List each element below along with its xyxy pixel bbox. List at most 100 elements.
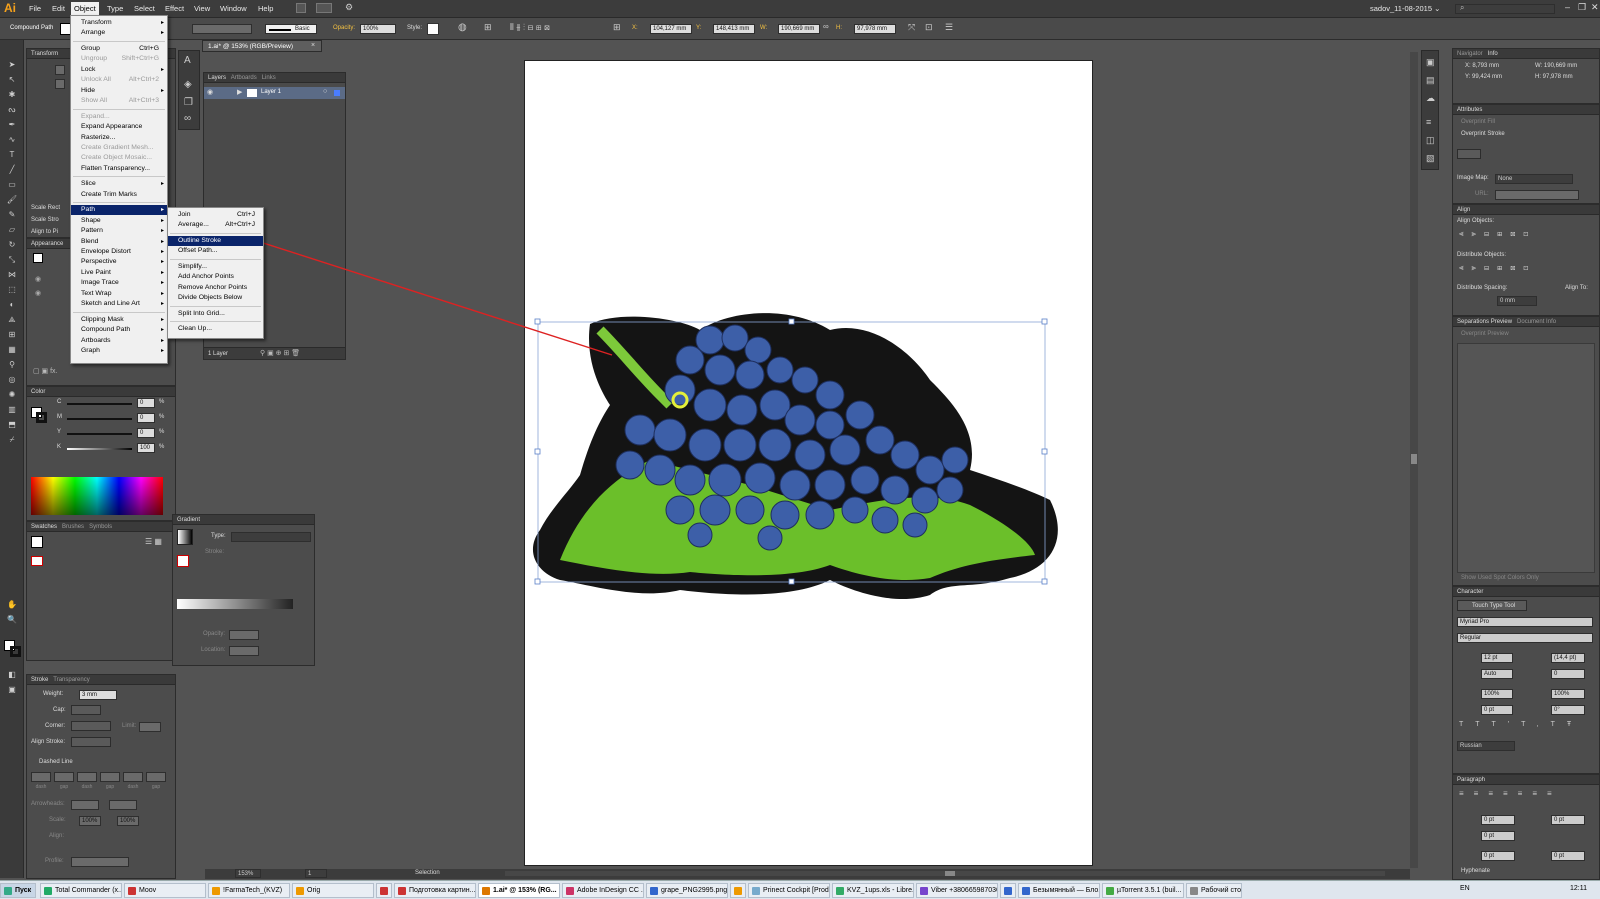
graphic-style-swatch[interactable] [427,23,439,35]
menu-item-offset-path[interactable]: Offset Path... [168,246,263,256]
type-tool-icon[interactable]: T [6,150,18,159]
bridge-icon[interactable] [296,3,306,13]
text-case-buttons[interactable]: TTT'T,TŦ [1459,721,1583,728]
tab-info[interactable]: Info [1488,51,1498,57]
variable-width-profile[interactable] [192,24,252,34]
opacity-label[interactable]: Opacity: [333,25,355,31]
blend-tool-icon[interactable]: ◎ [6,375,18,384]
vertical-scroll-thumb[interactable] [1411,454,1417,464]
font-style-select[interactable]: Regular [1457,633,1593,643]
menu-item-flatten-transparency[interactable]: Flatten Transparency... [71,164,167,174]
overprint-preview-checkbox[interactable]: Overprint Preview [1461,331,1509,337]
menu-item-ungroup[interactable]: Ungroup Shift+Ctrl+G [71,54,167,64]
first-line-indent-input[interactable]: 0 pt [1481,831,1515,841]
paragraph-align-buttons[interactable]: ≡≡≡≡≡≡≡ [1459,789,1562,798]
target-icon[interactable]: ○ [323,88,327,95]
kerning-input[interactable]: Auto [1481,669,1513,679]
tab-brushes[interactable]: Brushes [62,524,84,530]
menu-item-arrange[interactable]: Arrange ▸ [71,28,167,38]
font-size-input[interactable]: 12 pt [1481,653,1513,663]
show-spot-colors-checkbox[interactable]: Show Used Spot Colors Only [1461,575,1539,581]
properties-icon[interactable]: ▤ [1426,75,1435,86]
menu-item-simplify[interactable]: Simplify... [168,262,263,272]
taskbar-item[interactable]: KVZ_1ups.xls - Libre... [832,883,914,898]
menu-item-pattern[interactable]: Pattern ▸ [71,226,167,236]
menu-item-average[interactable]: Average... Alt+Ctrl+J [168,220,263,230]
menu-item-graph[interactable]: Graph ▸ [71,346,167,356]
menu-item-create-gradient-mesh[interactable]: Create Gradient Mesh... [71,143,167,153]
gradient-fill-stroke-icon[interactable] [177,555,189,567]
shape-builder-tool-icon[interactable]: ◐ [6,300,18,309]
tab-layers[interactable]: Layers [208,75,226,81]
menu-item-envelope-distort[interactable]: Envelope Distort ▸ [71,247,167,257]
left-indent-input[interactable]: 0 pt [1481,815,1515,825]
limit-input[interactable] [139,722,161,732]
corner-buttons[interactable] [71,721,111,731]
artboard-tool-icon[interactable]: ⬒ [6,420,18,429]
stroke-icon[interactable]: ≡ [1426,117,1431,127]
zoom-select[interactable]: 153% [235,869,261,878]
recolor-artwork-icon[interactable]: ◍ [458,22,467,33]
overprint-stroke-checkbox[interactable]: Overprint Stroke [1461,131,1505,137]
artboards-panel-icon[interactable]: ❐ [184,97,193,108]
tab-symbols[interactable]: Symbols [89,524,112,530]
menu-item-lock[interactable]: Lock ▸ [71,65,167,75]
transform-y-input[interactable] [55,79,65,89]
tab-swatches[interactable]: Swatches [31,524,57,530]
scale-strokes-checkbox[interactable]: Scale Stro [31,217,59,223]
menu-object[interactable]: Object [71,2,99,16]
visibility-eye-icon[interactable]: ◉ [35,289,41,297]
taskbar-item[interactable]: Подготовка картин... [394,883,476,898]
color-spectrum[interactable] [31,477,163,515]
menu-item-outline-stroke[interactable]: Outline Stroke [168,235,263,246]
magenta-slider[interactable] [67,418,132,420]
touch-type-tool-button[interactable]: Touch Type Tool [1457,600,1527,611]
isolate-icon[interactable]: ⊡ [925,22,933,33]
close-icon[interactable]: ✕ [1591,2,1599,13]
brush-definition[interactable]: Basic [265,24,317,34]
y-input[interactable]: 148,413 mm [713,24,755,34]
curvature-tool-icon[interactable]: ∿ [6,135,18,144]
document-tab[interactable]: 1.ai* @ 153% (RGB/Preview) × [202,40,322,52]
color-stroke-icon[interactable] [36,412,47,423]
taskbar-item[interactable]: Prinect Cockpit [Prod... [748,883,830,898]
scale-rect-corners-checkbox[interactable]: Scale Rect [31,205,60,211]
image-map-select[interactable]: None [1495,174,1573,184]
stroke-color-icon[interactable] [10,646,21,657]
character-panel-icon[interactable]: A [184,55,191,66]
visibility-eye-icon[interactable]: ◉ [207,88,213,96]
document-tab-close[interactable]: × [311,42,315,49]
menu-edit[interactable]: Edit [52,4,65,13]
character-rotation-input[interactable]: 0° [1551,705,1585,715]
cyan-slider[interactable] [67,403,132,405]
panel-menu-icon[interactable]: ☰ [945,22,953,33]
direct-selection-tool-icon[interactable]: ↖ [6,75,18,84]
align-objects-buttons[interactable]: ⫷⫸⊟⊞⊠⊡ [1459,229,1536,239]
menu-item-add-anchor-points[interactable]: Add Anchor Points [168,272,263,282]
free-transform-tool-icon[interactable]: ⬚ [6,285,18,294]
arrowhead-end-select[interactable] [109,800,137,810]
black-input[interactable]: 100 [137,443,155,453]
eraser-tool-icon[interactable]: ▱ [6,225,18,234]
h-input[interactable]: 97,978 mm [854,24,896,34]
taskbar-item[interactable]: Рабочий стол [1186,883,1242,898]
distribute-objects-buttons[interactable]: ⫷⫸⊟⊞⊠⊡ [1459,263,1536,273]
profile-select[interactable] [71,857,129,867]
weight-input[interactable]: 3 mm [79,690,117,700]
color-guide-icon[interactable]: ◫ [1426,135,1435,146]
workspace-switcher[interactable]: sadov_11-08-2015 ⌄ [1370,4,1440,13]
cap-buttons[interactable] [71,705,101,715]
hand-tool-icon[interactable]: ✋ [6,600,18,609]
gradient-slider[interactable] [177,599,293,609]
horizontal-scroll-thumb[interactable] [945,871,955,876]
tab-artboards[interactable]: Artboards [231,75,257,81]
menu-help[interactable]: Help [258,4,273,13]
perspective-grid-tool-icon[interactable]: ⟁ [6,315,18,324]
drawing-modes-icon[interactable]: ◧ [6,670,18,679]
gradient-location-input[interactable] [229,646,259,656]
leading-input[interactable]: (14,4 pt) [1551,653,1585,663]
slice-tool-icon[interactable]: ⌿ [6,435,18,444]
vertical-scrollbar[interactable] [1410,52,1418,868]
language-select[interactable]: Russian [1457,741,1515,751]
menu-item-perspective[interactable]: Perspective ▸ [71,257,167,267]
